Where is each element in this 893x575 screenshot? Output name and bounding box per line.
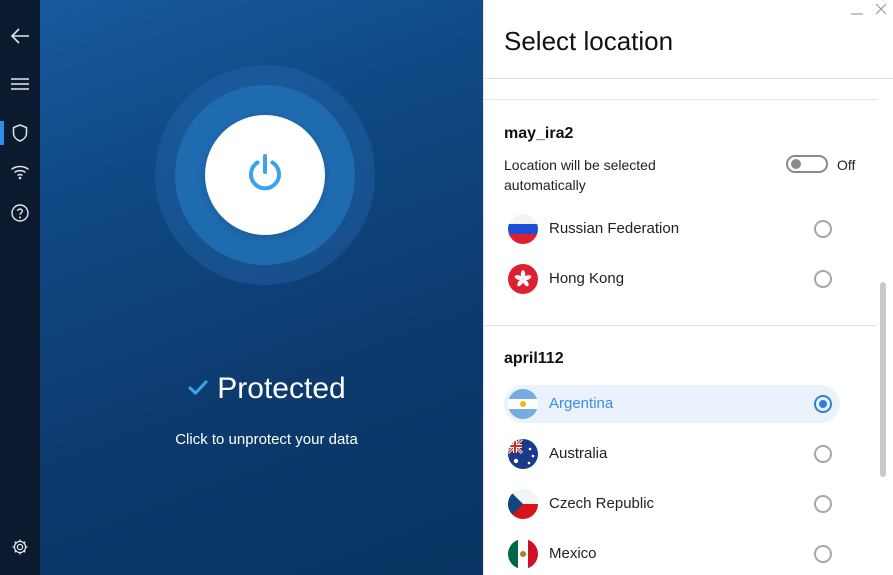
location-item[interactable]: Australia [504, 435, 840, 473]
location-item-selected[interactable]: Argentina [504, 385, 840, 423]
menu-button[interactable] [0, 68, 40, 100]
auto-select-text: Location will be selected automatically [504, 157, 656, 193]
protection-nav-button[interactable] [0, 117, 40, 149]
help-nav-button[interactable] [0, 197, 40, 229]
location-radio[interactable] [814, 270, 832, 288]
location-name: Argentina [549, 395, 614, 412]
location-item[interactable]: Czech Republic [504, 485, 840, 523]
czech-republic-flag-icon [508, 489, 538, 519]
location-radio[interactable] [814, 495, 832, 513]
auto-select-toggle[interactable] [786, 155, 828, 173]
minimize-button[interactable] [848, 2, 866, 20]
group-title: april112 [504, 350, 564, 367]
location-name: Hong Kong [549, 270, 625, 287]
scrollbar-thumb[interactable] [880, 282, 886, 477]
group-title: may_ira2 [504, 125, 574, 142]
location-radio[interactable] [814, 445, 832, 463]
help-icon [11, 204, 29, 222]
panel-title: Select location [504, 26, 674, 56]
shield-icon [12, 124, 28, 142]
location-name: Russian Federation [549, 220, 680, 237]
location-item[interactable]: Russian Federation [504, 210, 840, 248]
header-divider [484, 78, 893, 79]
power-icon [246, 153, 284, 198]
australia-flag-icon [508, 439, 538, 469]
status-label: Protected [217, 372, 346, 405]
location-name: Australia [549, 445, 608, 462]
unprotect-hint[interactable]: Click to unprotect your data [40, 431, 483, 448]
location-radio-selected[interactable] [814, 395, 832, 413]
location-item[interactable]: Mexico [504, 535, 840, 573]
divider [484, 325, 877, 326]
argentina-flag-icon [508, 389, 538, 419]
divider [484, 99, 877, 100]
close-icon [874, 2, 888, 21]
wifi-icon [10, 164, 30, 180]
location-item[interactable]: Hong Kong [504, 260, 840, 298]
back-button[interactable] [0, 20, 40, 52]
location-name: Czech Republic [549, 495, 655, 512]
mexico-flag-icon [508, 539, 538, 569]
menu-icon [11, 77, 29, 91]
location-radio[interactable] [814, 545, 832, 563]
location-radio[interactable] [814, 220, 832, 238]
back-icon [10, 27, 30, 45]
check-icon [187, 378, 209, 401]
location-name: Mexico [549, 545, 597, 562]
settings-button[interactable] [0, 531, 40, 563]
gear-icon [11, 538, 29, 556]
toggle-label: Off [837, 157, 856, 173]
protection-panel: Protected Click to unprotect your data [40, 0, 483, 575]
power-button[interactable] [205, 115, 325, 235]
toggle-knob [791, 159, 801, 169]
close-button[interactable] [872, 2, 890, 20]
status-row: Protected [40, 372, 483, 406]
wifi-nav-button[interactable] [0, 156, 40, 188]
minimize-icon [850, 2, 864, 21]
hong-kong-flag-icon [508, 264, 538, 294]
nav-rail [0, 0, 40, 575]
location-panel: Select location may_ira2 Location will b… [483, 0, 893, 575]
russia-flag-icon [508, 214, 538, 244]
